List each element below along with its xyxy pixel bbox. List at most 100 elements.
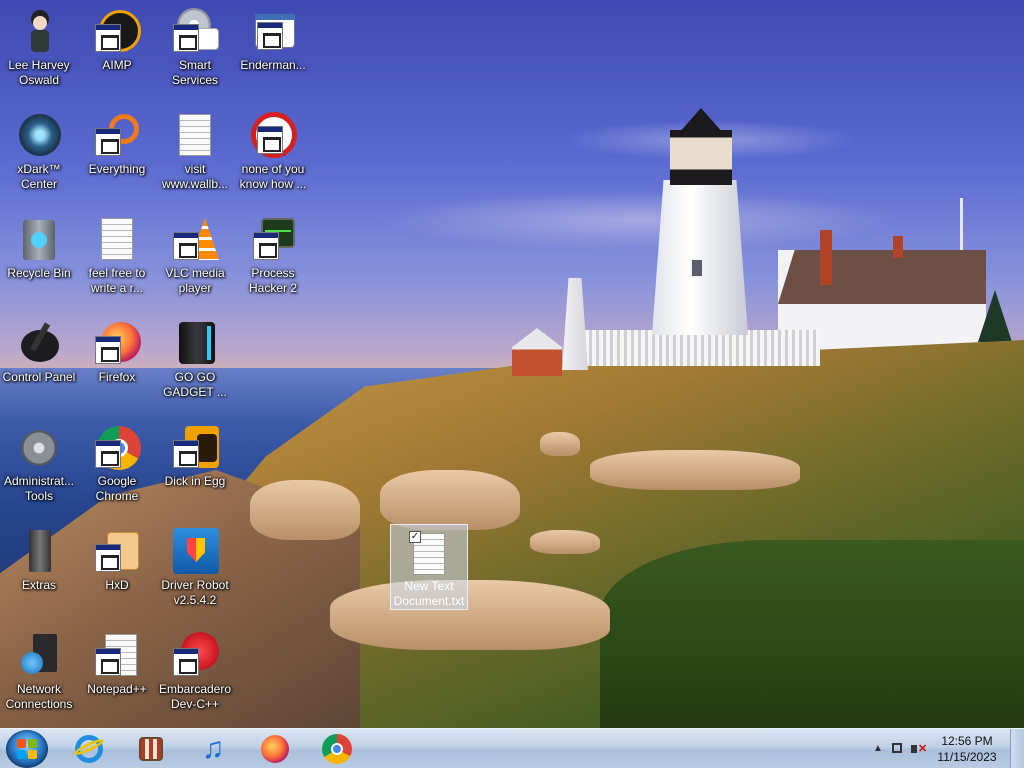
- taskbar-firefox[interactable]: [248, 731, 302, 767]
- desktop-icon-label: Everything: [88, 162, 146, 176]
- chrome-icon: [93, 424, 141, 472]
- wallpaper-grass: [600, 540, 1024, 728]
- show-desktop-button[interactable]: [1010, 729, 1024, 768]
- dark-orb-icon: [15, 112, 63, 160]
- vlc-cone-icon: [171, 216, 219, 264]
- desktop-icon-label: Administrat... Tools: [3, 474, 75, 503]
- wallpaper-chimney: [893, 236, 903, 258]
- desktop-icon-devcpp[interactable]: Embarcadero Dev-C++: [156, 626, 234, 726]
- desktop-icon-label: Network Connections: [5, 682, 73, 711]
- desktop-icon-smart-services[interactable]: Smart Services: [156, 2, 234, 102]
- desktop-icon-go-go-gadget[interactable]: GO GO GADGET ...: [156, 314, 234, 414]
- desktop-icon-label: AIMP: [102, 58, 132, 72]
- wallpaper-rock: [530, 530, 600, 554]
- wallpaper-bell-tower: [562, 278, 588, 370]
- desktop-icon-visit-wallb[interactable]: visit www.wallb...: [156, 106, 234, 206]
- hxd-icon: [93, 528, 141, 576]
- system-tray: ▲ ✕ 12:56 PM 11/15/2023: [864, 729, 1024, 768]
- desktop-icon-administrative-tools[interactable]: Administrat... Tools: [0, 418, 78, 518]
- taskbar-internet-explorer[interactable]: [62, 731, 116, 767]
- windows-logo-icon: [17, 739, 37, 759]
- desktop-icon-lee-harvey-oswald[interactable]: Lee Harvey Oswald: [0, 2, 78, 102]
- devcpp-icon: [171, 632, 219, 680]
- dick-in-egg-icon: [171, 424, 219, 472]
- checkbox-icon[interactable]: ✓: [409, 531, 421, 543]
- taskbar: ♫ ▲ ✕ 12:56 PM 11/15/2023: [0, 728, 1024, 768]
- taskbar-media-center[interactable]: [124, 731, 178, 767]
- desktop-icon-aimp[interactable]: AIMP: [78, 2, 156, 102]
- red-swirl-icon: [249, 112, 297, 160]
- show-hidden-icons-icon[interactable]: ▲: [870, 741, 886, 757]
- desktop-icon-feel-free[interactable]: feel free to write a r...: [78, 210, 156, 310]
- text-document-icon: [171, 112, 219, 160]
- desktop-icon-vlc[interactable]: VLC media player: [156, 210, 234, 310]
- desktop-icon-network-connections[interactable]: Network Connections: [0, 626, 78, 726]
- firefox-icon: [93, 320, 141, 368]
- volume-muted-icon[interactable]: ✕: [910, 741, 927, 757]
- wallpaper-shed: [512, 328, 562, 376]
- desktop-icon-extras[interactable]: Extras: [0, 522, 78, 622]
- admin-tools-icon: [15, 424, 63, 472]
- desktop-icon-label: visit www.wallb...: [161, 162, 229, 191]
- desktop-icon-none-of-you[interactable]: none of you know how ...: [234, 106, 312, 206]
- notepadpp-icon: [93, 632, 141, 680]
- network-connections-icon: [15, 632, 63, 680]
- desktop-icon-label: Recycle Bin: [7, 266, 71, 280]
- desktop-icon-label: Notepad++: [87, 682, 147, 696]
- everything-search-icon: [93, 112, 141, 160]
- desktop-icon-enderman[interactable]: Enderman...: [234, 2, 312, 102]
- desktop-icon-driver-robot[interactable]: Driver Robot v2.5.4.2: [156, 522, 234, 622]
- music-note-icon: ♫: [201, 732, 225, 765]
- desktop-icon-label: Lee Harvey Oswald: [8, 58, 70, 87]
- aimp-icon: [93, 8, 141, 56]
- wallpaper-chimney: [820, 230, 832, 285]
- clock-time: 12:56 PM: [941, 734, 993, 748]
- desktop-icon-firefox[interactable]: Firefox: [78, 314, 156, 414]
- desktop-icon-process-hacker[interactable]: Process Hacker 2: [234, 210, 312, 310]
- desktop-icon-label: Firefox: [98, 370, 136, 384]
- desktop-icon-label: HxD: [105, 578, 129, 592]
- driver-robot-icon: [171, 528, 219, 576]
- wallpaper-rock: [590, 450, 800, 490]
- desktop-icon-google-chrome[interactable]: Google Chrome: [78, 418, 156, 518]
- desktop-icon-hxd[interactable]: HxD: [78, 522, 156, 622]
- desktop-icon-label: Enderman...: [240, 58, 306, 72]
- taskbar-google-chrome[interactable]: [310, 731, 364, 767]
- control-panel-icon: [15, 320, 63, 368]
- wallpaper-house-roof: [778, 250, 986, 304]
- desktop-icon-label: Smart Services: [171, 58, 218, 87]
- chrome-icon: [321, 733, 353, 765]
- desktop-icon-dick-in-egg[interactable]: Dick in Egg: [156, 418, 234, 518]
- media-center-icon: [135, 733, 167, 765]
- wallpaper-fence: [585, 330, 820, 366]
- process-hacker-icon: [249, 216, 297, 264]
- desktop-icon-label: feel free to write a r...: [88, 266, 146, 295]
- desktop-icon-label: GO GO GADGET ...: [163, 370, 227, 399]
- desktop-icon-label: New Text Document.txt: [393, 579, 465, 608]
- desktop-icon-label: Control Panel: [2, 370, 76, 384]
- wallpaper-rock: [540, 432, 580, 456]
- start-button[interactable]: [6, 730, 48, 768]
- clock-date: 11/15/2023: [937, 750, 997, 764]
- wallpaper-rock: [330, 580, 610, 650]
- desktop-icon-label: Dick in Egg: [164, 474, 226, 488]
- desktop-icon-notepadpp[interactable]: Notepad++: [78, 626, 156, 726]
- clock[interactable]: 12:56 PM 11/15/2023: [934, 733, 1000, 765]
- desktop-icon-new-text-document[interactable]: ✓ New Text Document.txt: [390, 524, 468, 610]
- desktop-icon-label: Embarcadero Dev-C++: [158, 682, 232, 711]
- wallpaper-rock: [250, 480, 360, 540]
- anime-character-icon: [15, 8, 63, 56]
- desktop-icon-everything[interactable]: Everything: [78, 106, 156, 206]
- taskbar-music[interactable]: ♫: [186, 731, 240, 767]
- gears-icon: [171, 8, 219, 56]
- desktop-icon-recycle-bin[interactable]: Recycle Bin: [0, 210, 78, 310]
- gadget-icon: [171, 320, 219, 368]
- desktop-icon-xdark-center[interactable]: xDark™ Center: [0, 106, 78, 206]
- desktop-icon-label: VLC media player: [165, 266, 225, 295]
- extras-folder-icon: [15, 528, 63, 576]
- desktop-icon-label: xDark™ Center: [17, 162, 61, 191]
- desktop-icon-control-panel[interactable]: Control Panel: [0, 314, 78, 414]
- desktop-icon-label: none of you know how ...: [239, 162, 307, 191]
- window-app-icon: [249, 8, 297, 56]
- network-icon[interactable]: [890, 741, 906, 757]
